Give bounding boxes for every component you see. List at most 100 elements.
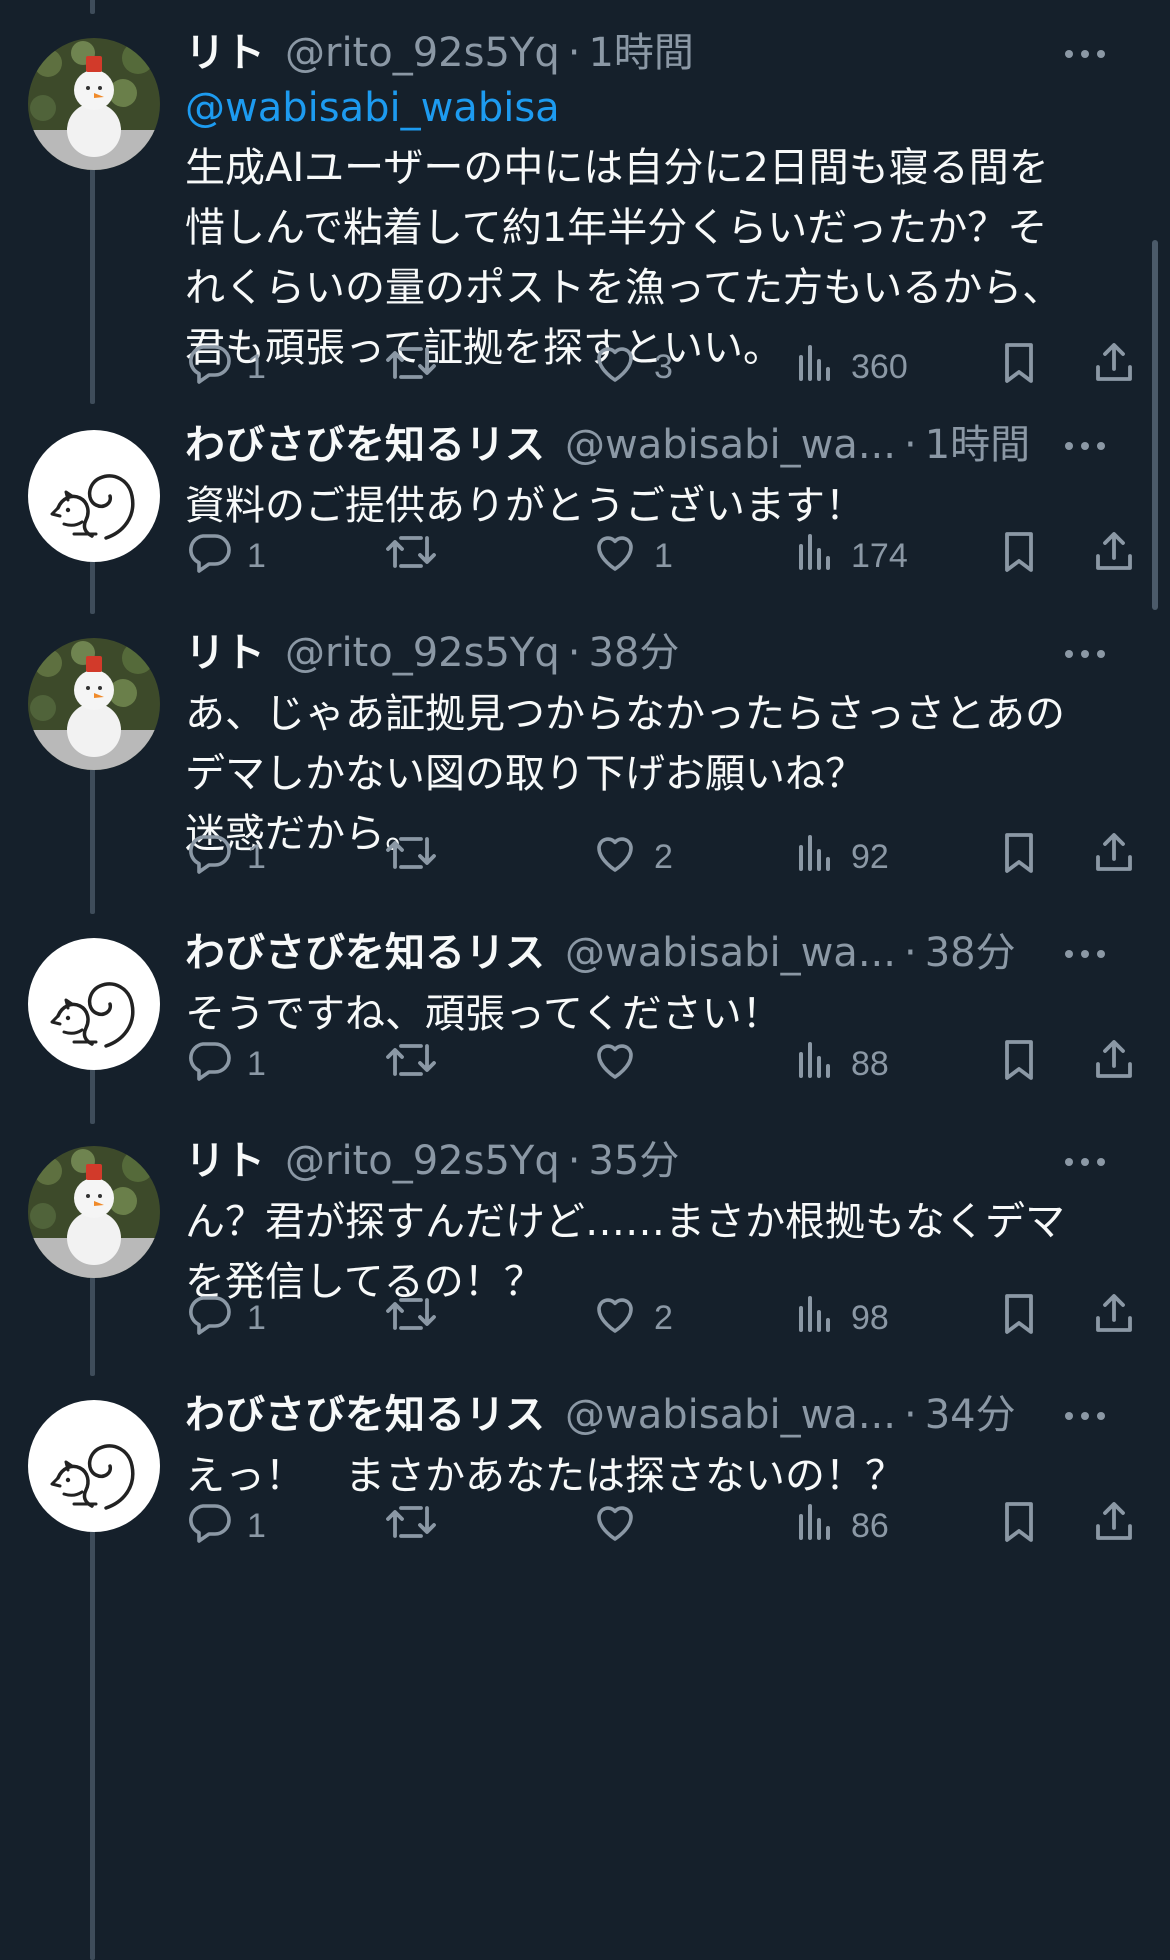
share-button[interactable]: [1090, 1288, 1138, 1348]
action-bar: 1 3 360: [185, 337, 1135, 397]
views-button[interactable]: 360: [793, 337, 908, 397]
tweet[interactable]: わびさびを知るリス @wabisabi_wa... · 34分 えっ！ まさかあ…: [0, 1384, 1170, 1566]
retweet-button[interactable]: [383, 1288, 439, 1348]
display-name[interactable]: わびさびを知るリス: [185, 1384, 545, 1446]
reply-count: 1: [247, 347, 266, 386]
timestamp[interactable]: 38分: [588, 622, 679, 684]
share-button[interactable]: [1090, 827, 1138, 887]
tweet[interactable]: わびさびを知るリス @wabisabi_wa... · 38分 そうですね、頑張…: [0, 922, 1170, 1104]
squirrel-avatar[interactable]: [28, 938, 160, 1070]
like-icon: [590, 528, 640, 585]
like-count: 2: [654, 837, 673, 876]
bookmark-icon: [997, 1498, 1041, 1555]
squirrel-avatar[interactable]: [28, 1400, 160, 1532]
more-icon[interactable]: [1055, 1396, 1115, 1436]
reply-button[interactable]: 1: [185, 1288, 266, 1348]
tweet[interactable]: リト @rito_92s5Yq · 38分 あ、じゃあ証拠見つからなかったらさっ…: [0, 622, 1170, 897]
retweet-button[interactable]: [383, 337, 439, 397]
retweet-button[interactable]: [383, 1496, 439, 1556]
user-handle[interactable]: @rito_92s5Yq: [285, 22, 560, 84]
like-button[interactable]: 3: [590, 337, 673, 397]
reply-button[interactable]: 1: [185, 1496, 266, 1556]
timestamp[interactable]: 1時間: [925, 414, 1030, 476]
more-icon[interactable]: [1055, 426, 1115, 466]
like-button[interactable]: [590, 1496, 640, 1556]
views-icon: [793, 1498, 837, 1555]
tweet-header: わびさびを知るリス @wabisabi_wa... · 1時間: [185, 414, 1115, 476]
share-icon: [1090, 1290, 1138, 1347]
separator-dot: ·: [903, 422, 917, 468]
display-name[interactable]: わびさびを知るリス: [185, 414, 545, 476]
share-button[interactable]: [1090, 526, 1138, 586]
more-icon[interactable]: [1055, 634, 1115, 674]
bookmark-button[interactable]: [997, 1034, 1041, 1094]
views-button[interactable]: 92: [793, 827, 889, 887]
bookmark-button[interactable]: [997, 1496, 1041, 1556]
display-name[interactable]: わびさびを知るリス: [185, 922, 545, 984]
like-button[interactable]: 2: [590, 1288, 673, 1348]
more-icon[interactable]: [1055, 1142, 1115, 1182]
user-handle[interactable]: @wabisabi_wa...: [565, 1384, 896, 1446]
user-handle[interactable]: @wabisabi_wa...: [565, 414, 896, 476]
bookmark-button[interactable]: [997, 827, 1041, 887]
timestamp[interactable]: 1時間: [588, 22, 693, 84]
tweet-header: リト @rito_92s5Yq · 1時間: [185, 22, 1115, 84]
views-button[interactable]: 98: [793, 1288, 889, 1348]
views-button[interactable]: 86: [793, 1496, 889, 1556]
display-name[interactable]: リト: [185, 22, 265, 84]
like-button[interactable]: [590, 1034, 640, 1094]
views-icon: [793, 528, 837, 585]
squirrel-avatar[interactable]: [28, 430, 160, 562]
more-icon[interactable]: [1055, 934, 1115, 974]
user-handle[interactable]: @rito_92s5Yq: [285, 622, 560, 684]
more-icon[interactable]: [1055, 34, 1115, 74]
timestamp[interactable]: 35分: [588, 1130, 679, 1192]
timestamp[interactable]: 34分: [925, 1384, 1016, 1446]
tweet-body: リト @rito_92s5Yq · 35分 ん？君が探すんだけど……まさか根拠も…: [185, 1130, 1132, 1337]
views-button[interactable]: 88: [793, 1034, 889, 1094]
display-name[interactable]: リト: [185, 622, 265, 684]
user-handle[interactable]: @wabisabi_wa...: [565, 922, 896, 984]
display-name[interactable]: リト: [185, 1130, 265, 1192]
reply-count: 1: [247, 1506, 266, 1545]
user-handle[interactable]: @rito_92s5Yq: [285, 1130, 560, 1192]
separator-dot: ·: [903, 1392, 917, 1438]
share-icon: [1090, 339, 1138, 396]
share-button[interactable]: [1090, 1034, 1138, 1094]
views-icon: [793, 1290, 837, 1347]
snowman-avatar[interactable]: [28, 1146, 160, 1278]
reply-button[interactable]: 1: [185, 1034, 266, 1094]
snowman-avatar[interactable]: [28, 38, 160, 170]
like-button[interactable]: 2: [590, 827, 673, 887]
like-count: 3: [654, 347, 673, 386]
separator-dot: ·: [567, 630, 581, 676]
tweet-body: わびさびを知るリス @wabisabi_wa... · 1時間 資料のご提供あり…: [185, 414, 1132, 575]
share-button[interactable]: [1090, 1496, 1138, 1556]
tweet[interactable]: リト @rito_92s5Yq · 1時間 @wabisabi_wabisa 生…: [0, 22, 1170, 407]
snowman-avatar[interactable]: [28, 638, 160, 770]
reply-button[interactable]: 1: [185, 337, 266, 397]
bookmark-icon: [997, 1290, 1041, 1347]
like-button[interactable]: 1: [590, 526, 673, 586]
tweet[interactable]: わびさびを知るリス @wabisabi_wa... · 1時間 資料のご提供あり…: [0, 414, 1170, 596]
reply-button[interactable]: 1: [185, 827, 266, 887]
bookmark-button[interactable]: [997, 526, 1041, 586]
action-bar: 1 88: [185, 1034, 1135, 1094]
reply-count: 1: [247, 536, 266, 575]
bookmark-button[interactable]: [997, 337, 1041, 397]
tweet[interactable]: リト @rito_92s5Yq · 35分 ん？君が探すんだけど……まさか根拠も…: [0, 1130, 1170, 1358]
retweet-button[interactable]: [383, 526, 439, 586]
retweet-button[interactable]: [383, 1034, 439, 1094]
separator-dot: ·: [567, 30, 581, 76]
reply-icon: [185, 829, 233, 886]
bookmark-button[interactable]: [997, 1288, 1041, 1348]
timestamp[interactable]: 38分: [925, 922, 1016, 984]
views-button[interactable]: 174: [793, 526, 908, 586]
retweet-button[interactable]: [383, 827, 439, 887]
share-button[interactable]: [1090, 337, 1138, 397]
mention-link[interactable]: @wabisabi_wabisa: [185, 78, 1115, 138]
tweet-text-line: れくらいの量のポストを漁ってた方もいるから、: [185, 265, 1063, 311]
reply-button[interactable]: 1: [185, 526, 266, 586]
tweet-text-line: 生成AIユーザーの中には自分に2日間も寝る間を: [185, 145, 1049, 191]
tweet-body: わびさびを知るリス @wabisabi_wa... · 34分 えっ！ まさかあ…: [185, 1384, 1132, 1545]
